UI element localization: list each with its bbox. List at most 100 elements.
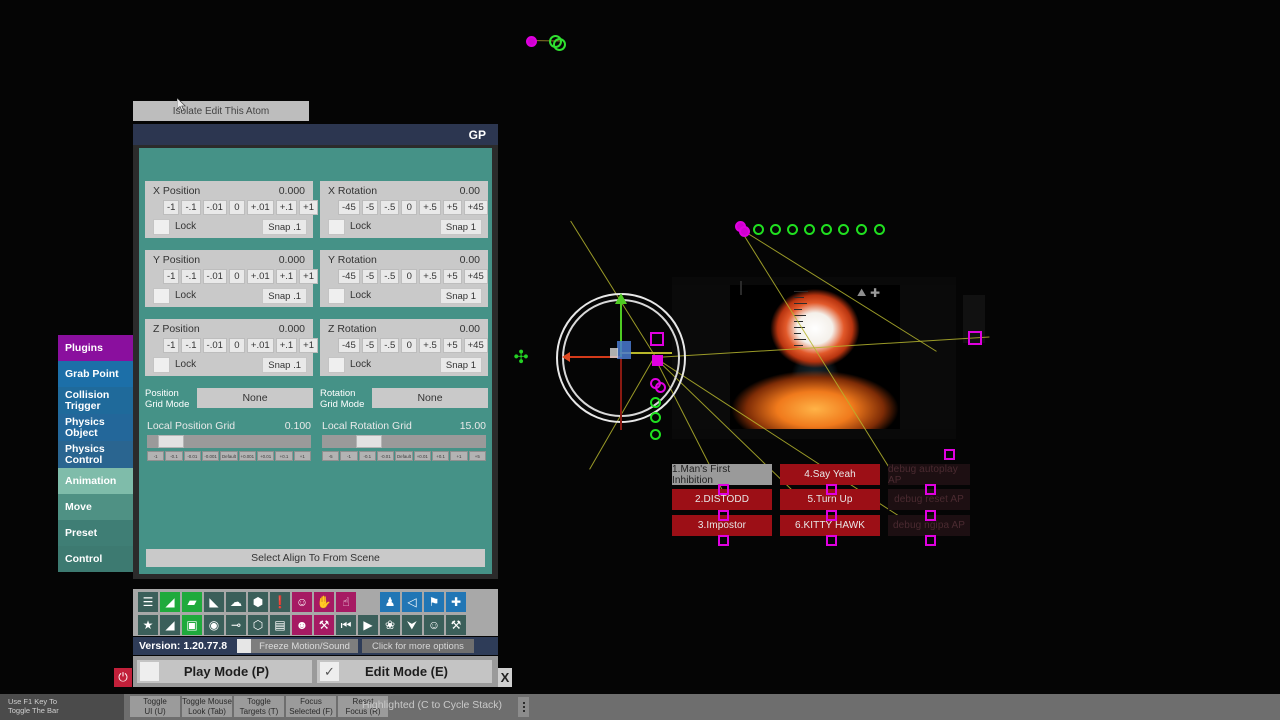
position-increment-button[interactable]: -.1 — [181, 269, 201, 284]
button-node[interactable] — [925, 535, 936, 546]
rotation-increment-button[interactable]: +.5 — [419, 269, 441, 284]
atom-node[interactable] — [821, 224, 832, 235]
position-card[interactable]: X Position 0.000 -1 -.1 -.01 0 +.01 +.1 +1 Lock Sn… — [145, 181, 319, 238]
rotation-snap-button[interactable]: Snap 1 — [439, 288, 482, 304]
grid-step-button[interactable]: +1 — [450, 451, 468, 461]
rotation-increment-button[interactable]: -45 — [338, 338, 360, 353]
target-node[interactable] — [650, 412, 661, 423]
unity-icon[interactable]: ◁ — [402, 592, 422, 612]
grid-mode-value[interactable]: None — [372, 388, 488, 408]
position-card[interactable]: Y Position 0.000 -1 -.1 -.01 0 +.01 +.1 +1 Lock Sn… — [145, 250, 319, 307]
atom-node[interactable] — [874, 224, 885, 235]
nodes-icon[interactable]: ⊸ — [226, 615, 246, 635]
grid-step-button[interactable]: -1 — [340, 451, 358, 461]
rotation-lock-checkbox[interactable] — [328, 288, 345, 304]
overflow-menu-icon[interactable] — [518, 697, 529, 717]
position-lock-checkbox[interactable] — [153, 219, 170, 235]
position-increment-button[interactable]: 0 — [228, 269, 245, 284]
star-icon[interactable]: ★ — [138, 615, 158, 635]
position-increment-button[interactable]: -1 — [163, 269, 180, 284]
scene-button[interactable]: 4.Say Yeah — [780, 464, 880, 485]
info-icon[interactable]: ❗ — [270, 592, 290, 612]
grid-step-button[interactable]: +0.1 — [275, 451, 293, 461]
toolbar-row-1[interactable]: ☰ ◢ ▰ ◣ ☁ ⬢ ❗ ☺ ✋ ☝ ♟ ◁ ⚑ ✚ — [138, 592, 466, 612]
package-manager-icon[interactable]: ⬡ — [248, 615, 268, 635]
rotation-card[interactable]: X Rotation 0.00 -45 -5 -.5 0 +.5 +5 +45 Lock Snap … — [320, 181, 488, 238]
rotation-increment-button[interactable]: -45 — [338, 200, 360, 215]
button-node[interactable] — [925, 484, 936, 495]
position-increment-button[interactable]: +.01 — [246, 338, 274, 353]
rotation-increment-row[interactable]: -45 -5 -.5 0 +.5 +5 +45 — [338, 200, 488, 215]
position-increment-button[interactable]: +.01 — [246, 200, 274, 215]
close-button[interactable]: X — [498, 668, 512, 687]
button-node[interactable] — [718, 484, 729, 495]
control-node[interactable] — [944, 449, 955, 460]
pointer-hand-icon[interactable]: ☝ — [336, 592, 356, 612]
sidebar-item-physics[interactable]: Physics Object — [58, 414, 136, 441]
grid-step-button[interactable]: +0.01 — [256, 451, 275, 461]
atom-node[interactable] — [838, 224, 849, 235]
atom-node[interactable] — [526, 36, 537, 47]
status-button[interactable]: Toggle UI (U) — [130, 696, 180, 717]
rotation-snap-button[interactable]: Snap 1 — [439, 219, 482, 235]
rotation-increment-button[interactable]: +5 — [442, 200, 462, 215]
cursor-icon[interactable]: ⮟ — [402, 615, 422, 635]
status-button[interactable]: Toggle Targets (T) — [234, 696, 284, 717]
sidebar-item-physics[interactable]: Physics Control — [58, 441, 136, 468]
atom-node[interactable] — [804, 224, 815, 235]
save-preset-icon[interactable]: ▣ — [182, 615, 202, 635]
grid-step-button[interactable]: +0.01 — [413, 451, 431, 461]
hand-icon[interactable]: ✋ — [314, 592, 334, 612]
position-snap-button[interactable]: Snap .1 — [262, 288, 307, 304]
control-node[interactable] — [652, 355, 663, 366]
grid-mode-value[interactable]: None — [197, 388, 313, 408]
position-increment-button[interactable]: -.01 — [202, 200, 227, 215]
button-node[interactable] — [718, 510, 729, 521]
position-increment-button[interactable]: -.1 — [181, 338, 201, 353]
grid-step-button[interactable]: Default — [220, 451, 238, 461]
isolate-edit-atom-button[interactable]: Isolate Edit This Atom — [133, 101, 309, 121]
sidebar-item-move[interactable]: Move — [58, 494, 136, 520]
rotation-increment-button[interactable]: 0 — [401, 338, 418, 353]
grid-step-button[interactable]: -5 — [322, 451, 340, 461]
rotation-snap-button[interactable]: Snap 1 — [439, 357, 482, 373]
rotation-increment-button[interactable]: -5 — [361, 269, 379, 284]
sidebar-item-collision[interactable]: Collision Trigger — [58, 387, 136, 414]
edit-mode-checkbox[interactable]: ✓ — [320, 662, 339, 681]
grid-step-button[interactable]: -1 — [147, 451, 165, 461]
add-person-icon[interactable]: ☺ — [292, 592, 312, 612]
status-button[interactable]: Toggle Mouse Look (Tab) — [182, 696, 232, 717]
grid-slider-track[interactable] — [322, 435, 486, 448]
rotation-card[interactable]: Y Rotation 0.00 -45 -5 -.5 0 +.5 +5 +45 Lock Snap … — [320, 250, 488, 307]
rotation-increment-row[interactable]: -45 -5 -.5 0 +.5 +5 +45 — [338, 269, 488, 284]
sidebar-tabs[interactable]: Plugins Grab Point Collision Trigger Physics… — [58, 335, 136, 572]
sidebar-item-control[interactable]: Control — [58, 546, 136, 572]
sidebar-item-grab-point[interactable]: Grab Point — [58, 361, 136, 387]
freeze-checkbox[interactable] — [237, 639, 252, 653]
grid-step-button[interactable]: -0.01 — [376, 451, 395, 461]
rotation-lock-checkbox[interactable] — [328, 219, 345, 235]
rotation-increment-button[interactable]: 0 — [401, 269, 418, 284]
rotation-increment-button[interactable]: -5 — [361, 200, 379, 215]
grid-step-button[interactable]: -0.1 — [358, 451, 376, 461]
position-increment-button[interactable]: +.1 — [275, 269, 298, 284]
toolbar-row-2[interactable]: ★ ◢ ▣ ◉ ⊸ ⬡ ▤ ☻ ⚒ ⏮ ▶ ❀ ⮟ ☺ ⚒ — [138, 615, 466, 635]
power-icon[interactable]: ⏻ — [114, 668, 132, 687]
rotation-increment-button[interactable]: -.5 — [380, 200, 400, 215]
package-icon[interactable]: ⬢ — [248, 592, 268, 612]
more-options-button[interactable]: Click for more options — [361, 639, 474, 653]
move-gizmo-icon[interactable]: ✣ — [512, 348, 530, 366]
rotation-increment-button[interactable]: +45 — [463, 200, 488, 215]
button-node[interactable] — [925, 510, 936, 521]
menu-icon[interactable]: ☰ — [138, 592, 158, 612]
rotation-increment-row[interactable]: -45 -5 -.5 0 +.5 +5 +45 — [338, 338, 488, 353]
rotation-increment-button[interactable]: +45 — [463, 269, 488, 284]
sidebar-item-animation[interactable]: Animation — [58, 468, 136, 494]
position-increment-button[interactable]: +.01 — [246, 269, 274, 284]
edit-mode-button[interactable]: ✓ Edit Mode (E) — [317, 660, 492, 683]
button-node[interactable] — [826, 510, 837, 521]
button-node[interactable] — [718, 535, 729, 546]
button-node[interactable] — [826, 535, 837, 546]
play-mode-checkbox[interactable] — [140, 662, 159, 681]
rewind-icon[interactable]: ⏮ — [336, 615, 356, 635]
